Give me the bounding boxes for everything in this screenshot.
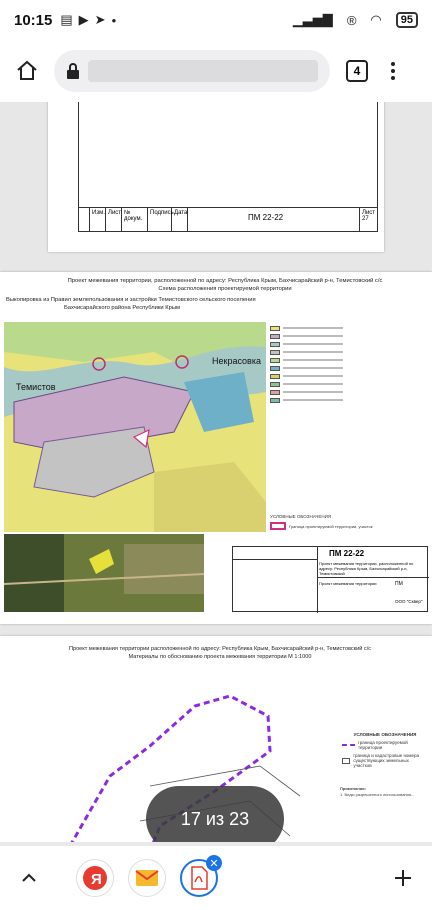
battery-icon: 95 [395,12,418,28]
title-block: Изм. Лист № докум. Подпись Дата Лист 27 [78,207,378,232]
url-text [88,60,318,82]
clock: 10:15 [14,11,53,29]
yandex-icon[interactable]: Я [76,859,114,897]
stamp-company: ООО "Сквер" [395,599,423,604]
document-code: ПМ 22-22 [329,549,365,558]
page-title: Проект межевания территории, расположенн… [60,278,390,294]
legend-item: Граница проектируемой территории, участо… [289,523,373,529]
signal-icon: ▁▃▅▇ [292,12,333,27]
pdf-page-17: Проект межевания территории, расположенн… [0,272,432,624]
legend-title: УСЛОВНЫЕ ОБОЗНАЧЕНИЯ [270,514,332,519]
subtitle-line: Схема расположения проектируемой террито… [158,285,292,292]
extract-line-2: Бахчисарайского района Республики Крым [64,304,181,311]
tab-switcher-button[interactable]: 4 [346,60,368,82]
status-bar: 10:15 ▤ ▶ ➤ • ▁▃▅▇ ® ◠ 95 [0,0,432,40]
r-icon: ® [346,12,357,28]
pdf-app-icon[interactable]: ✕ [180,855,222,897]
message-icon: ▤ [60,12,73,27]
menu-icon[interactable] [388,62,398,80]
youtube-icon: ▶ [78,12,89,27]
sheet-number: 27 [362,216,369,222]
map-label-nekrasovka: Некрасовка [212,356,261,366]
stamp-label: Изм. [90,208,106,232]
page-indicator: 17 из 23 [146,786,284,842]
legend-item: граница и кадастровые номера существующи… [353,753,420,768]
legend-item: граница проектируемой территории [358,740,408,750]
stamp-label: № докум. [122,208,148,232]
svg-text:Я: Я [91,871,102,888]
chevron-up-icon[interactable] [14,863,44,893]
stamp-stage: ПМ [395,581,403,587]
mail-icon[interactable] [128,859,166,897]
notes-text: 1. Виды разрешенного использования... [340,792,415,797]
map-legend: УСЛОВНЫЕ ОБОЗНАЧЕНИЯ Граница проектируем… [270,324,430,530]
address-bar[interactable] [54,50,330,92]
title-line: Проект межевания территории, расположенн… [67,278,383,284]
stamp-label: Лист [106,208,122,232]
stamp-sheet-name: Проект межевания территории [319,581,377,586]
stamp-label: Подпись [148,208,174,232]
home-icon[interactable] [12,56,42,86]
map-label-temistoc: Темистов [16,382,56,392]
plan-legend: УСЛОВНЫЕ ОБОЗНАЧЕНИЯ граница проектируем… [342,732,428,768]
browser-toolbar: 4 [0,40,432,102]
zoning-map: Темистов Некрасовка [4,322,266,532]
sheet-label: Лист 27 [360,208,378,232]
wifi-icon: ◠ [370,12,382,27]
extract-line: Выкопировка из Правил землепользования и… [6,297,256,303]
lock-icon [67,63,79,79]
telegram-icon: ➤ [94,12,106,27]
title-block: ПМ 22-22 Проект межевания территории, ра… [232,546,429,613]
pdf-viewer[interactable]: Изм. Лист № докум. Подпись Дата Лист 27 … [0,102,432,842]
close-badge-icon[interactable]: ✕ [206,855,222,871]
stamp-description: Проект межевания территории, расположенн… [319,561,414,577]
satellite-photo [4,534,204,612]
extract-caption: Выкопировка из Правил землепользования и… [6,297,256,313]
dot-icon: • [111,12,117,28]
document-code: ПМ 22-22 [248,213,284,222]
stamp-label: Дата [172,208,188,232]
bottom-bar: Я ✕ [0,846,432,910]
add-tab-icon[interactable] [388,863,418,893]
notes: Примечания: 1. Виды разрешенного использ… [340,786,430,798]
pdf-page-16: Изм. Лист № докум. Подпись Дата Лист 27 … [48,102,384,252]
legend-title: УСЛОВНЫЕ ОБОЗНАЧЕНИЯ [353,732,417,737]
